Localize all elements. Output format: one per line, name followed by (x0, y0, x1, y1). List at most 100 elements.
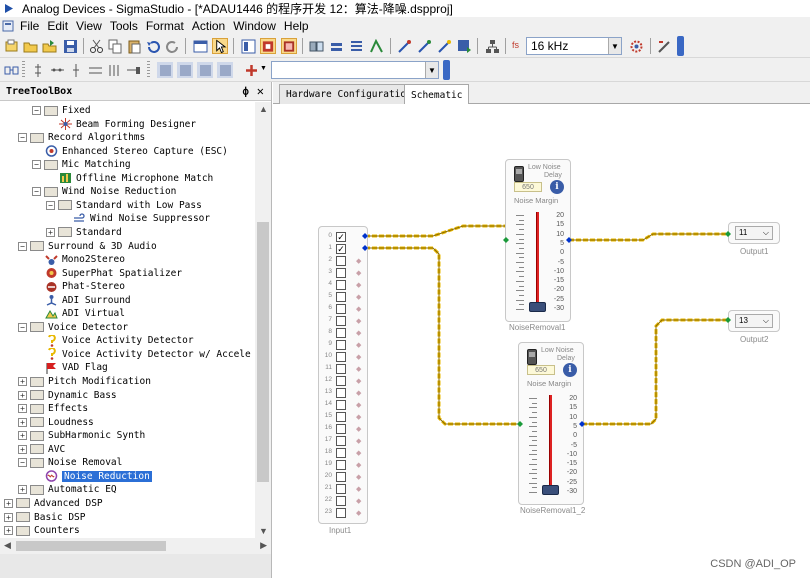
wire[interactable] (365, 224, 506, 238)
tree-node[interactable]: + Counters (4, 524, 80, 537)
tree-node[interactable]: − Fixed (32, 104, 91, 117)
expand-icon[interactable]: + (18, 444, 27, 454)
tab-hardware-configuration[interactable]: Hardware Configuration (279, 84, 419, 104)
value-input[interactable]: 650 (527, 365, 555, 375)
output-block[interactable]: 11 ⌵ (728, 222, 780, 244)
channel-checkbox[interactable] (336, 388, 346, 398)
layout-icon[interactable] (240, 38, 256, 54)
toolbar-grip[interactable] (147, 61, 150, 79)
tree-node[interactable]: − Noise Removal (18, 456, 122, 469)
link-compile-icon[interactable] (260, 38, 276, 54)
toolbar-overflow-handle[interactable] (677, 36, 684, 56)
chevron-down-icon[interactable]: ▼ (260, 65, 267, 72)
channel-checkbox[interactable]: ✓ (336, 232, 346, 242)
menu-edit[interactable]: Edit (43, 19, 72, 33)
toolbar-grip[interactable] (22, 61, 25, 79)
tree-node[interactable]: VAD Flag (44, 361, 108, 374)
collapse-icon[interactable]: − (32, 106, 41, 115)
open-folder-icon[interactable] (22, 38, 38, 54)
tree-node[interactable]: + Basic DSP (4, 511, 85, 524)
channel-pin-icon[interactable]: ◆ (356, 413, 361, 421)
info-icon[interactable]: i (563, 363, 577, 377)
tree-node[interactable]: SuperPhat Spatializer (44, 267, 182, 280)
tree-node[interactable]: Wind Noise Suppressor (72, 212, 210, 225)
underline-icon[interactable] (197, 62, 213, 78)
channel-pin-icon[interactable]: ◆ (356, 233, 361, 241)
channel-pin-icon[interactable]: ◆ (356, 449, 361, 457)
collapse-icon[interactable]: − (18, 322, 27, 332)
mode-switch-icon[interactable] (514, 166, 524, 182)
channel-checkbox[interactable]: ✓ (336, 244, 346, 254)
channel-pin-icon[interactable]: ◆ (356, 377, 361, 385)
hierarchy-icon[interactable] (484, 38, 500, 54)
pin-icon[interactable]: ф (242, 85, 249, 98)
expand-icon[interactable]: + (18, 431, 27, 441)
channel-checkbox[interactable] (336, 484, 346, 494)
schematic-canvas[interactable]: 0✓◆1✓◆2◆3◆4◆5◆6◆7◆8◆9◆10◆11◆12◆13◆14◆15◆… (273, 104, 810, 578)
save-icon[interactable] (62, 38, 78, 54)
undo-icon[interactable] (145, 38, 161, 54)
align-icon[interactable] (328, 38, 344, 54)
pin-multi-icon[interactable] (87, 62, 103, 78)
channel-pin-icon[interactable]: ◆ (356, 257, 361, 265)
sample-rate-select[interactable]: 16 kHz ▼ (526, 37, 622, 55)
menu-action[interactable]: Action (188, 19, 229, 33)
pin-out-icon[interactable] (68, 62, 84, 78)
pointer-tool-icon[interactable] (212, 38, 228, 54)
wire[interactable] (365, 246, 520, 426)
output-channel-select[interactable]: 13 ⌵ (735, 314, 773, 328)
channel-checkbox[interactable] (336, 304, 346, 314)
tree-node[interactable]: Voice Activity Detector w/ Accele (44, 348, 251, 361)
document-icon[interactable] (2, 20, 14, 32)
tree-node[interactable]: + Loudness (18, 416, 94, 429)
bold-icon[interactable] (157, 62, 173, 78)
probe-icon[interactable] (396, 38, 412, 54)
tree-node[interactable]: + Pitch Modification (18, 375, 151, 388)
pin-stack-icon[interactable] (106, 62, 122, 78)
channel-checkbox[interactable] (336, 352, 346, 362)
route-icon[interactable] (368, 38, 384, 54)
channel-checkbox[interactable] (336, 472, 346, 482)
channel-pin-icon[interactable]: ◆ (356, 341, 361, 349)
channel-checkbox[interactable] (336, 376, 346, 386)
tree-node[interactable]: Beam Forming Designer (58, 118, 196, 131)
scroll-left-icon[interactable]: ◀ (4, 540, 11, 551)
pin-end-icon[interactable] (125, 62, 141, 78)
expand-icon[interactable]: + (18, 377, 27, 386)
channel-checkbox[interactable] (336, 316, 346, 326)
toolbox-tree[interactable]: − Fixed Beam Forming Designer − Record Algor… (0, 102, 255, 538)
collapse-icon[interactable]: − (18, 458, 27, 468)
save-download-icon[interactable] (456, 38, 472, 54)
copy-icon[interactable] (107, 38, 123, 54)
tree-node[interactable]: ADI Surround (44, 294, 131, 307)
vertical-scrollbar[interactable]: ▲ ▼ (255, 102, 271, 538)
channel-checkbox[interactable] (336, 328, 346, 338)
cut-icon[interactable] (88, 38, 104, 54)
tree-node[interactable]: − Mic Matching (32, 158, 131, 171)
channel-pin-icon[interactable]: ◆ (356, 245, 361, 253)
output-channel-select[interactable]: 11 ⌵ (735, 226, 773, 240)
mode-switch-icon[interactable] (527, 349, 537, 365)
channel-pin-icon[interactable]: ◆ (356, 293, 361, 301)
scroll-up-icon[interactable]: ▲ (259, 104, 268, 114)
redo-icon[interactable] (164, 38, 180, 54)
expand-icon[interactable]: + (18, 404, 27, 414)
channel-pin-icon[interactable]: ◆ (356, 269, 361, 277)
channel-pin-icon[interactable]: ◆ (356, 389, 361, 397)
link-download-icon[interactable] (281, 38, 297, 54)
collapse-icon[interactable]: − (18, 241, 27, 251)
channel-checkbox[interactable] (336, 436, 346, 446)
channel-checkbox[interactable] (336, 424, 346, 434)
menu-file[interactable]: File (16, 19, 43, 33)
wire[interactable] (569, 232, 726, 242)
output-block[interactable]: 13 ⌵ (728, 310, 780, 332)
tree-node[interactable]: − Surround & 3D Audio (18, 240, 157, 253)
collapse-icon[interactable]: − (32, 187, 41, 197)
wire[interactable] (582, 318, 730, 426)
channel-pin-icon[interactable]: ◆ (356, 461, 361, 469)
tree-node[interactable]: + Dynamic Bass (18, 389, 117, 402)
scroll-thumb[interactable] (257, 222, 269, 482)
tree-node[interactable]: − Record Algorithms (18, 131, 145, 144)
channel-pin-icon[interactable]: ◆ (356, 365, 361, 373)
channel-checkbox[interactable] (336, 448, 346, 458)
